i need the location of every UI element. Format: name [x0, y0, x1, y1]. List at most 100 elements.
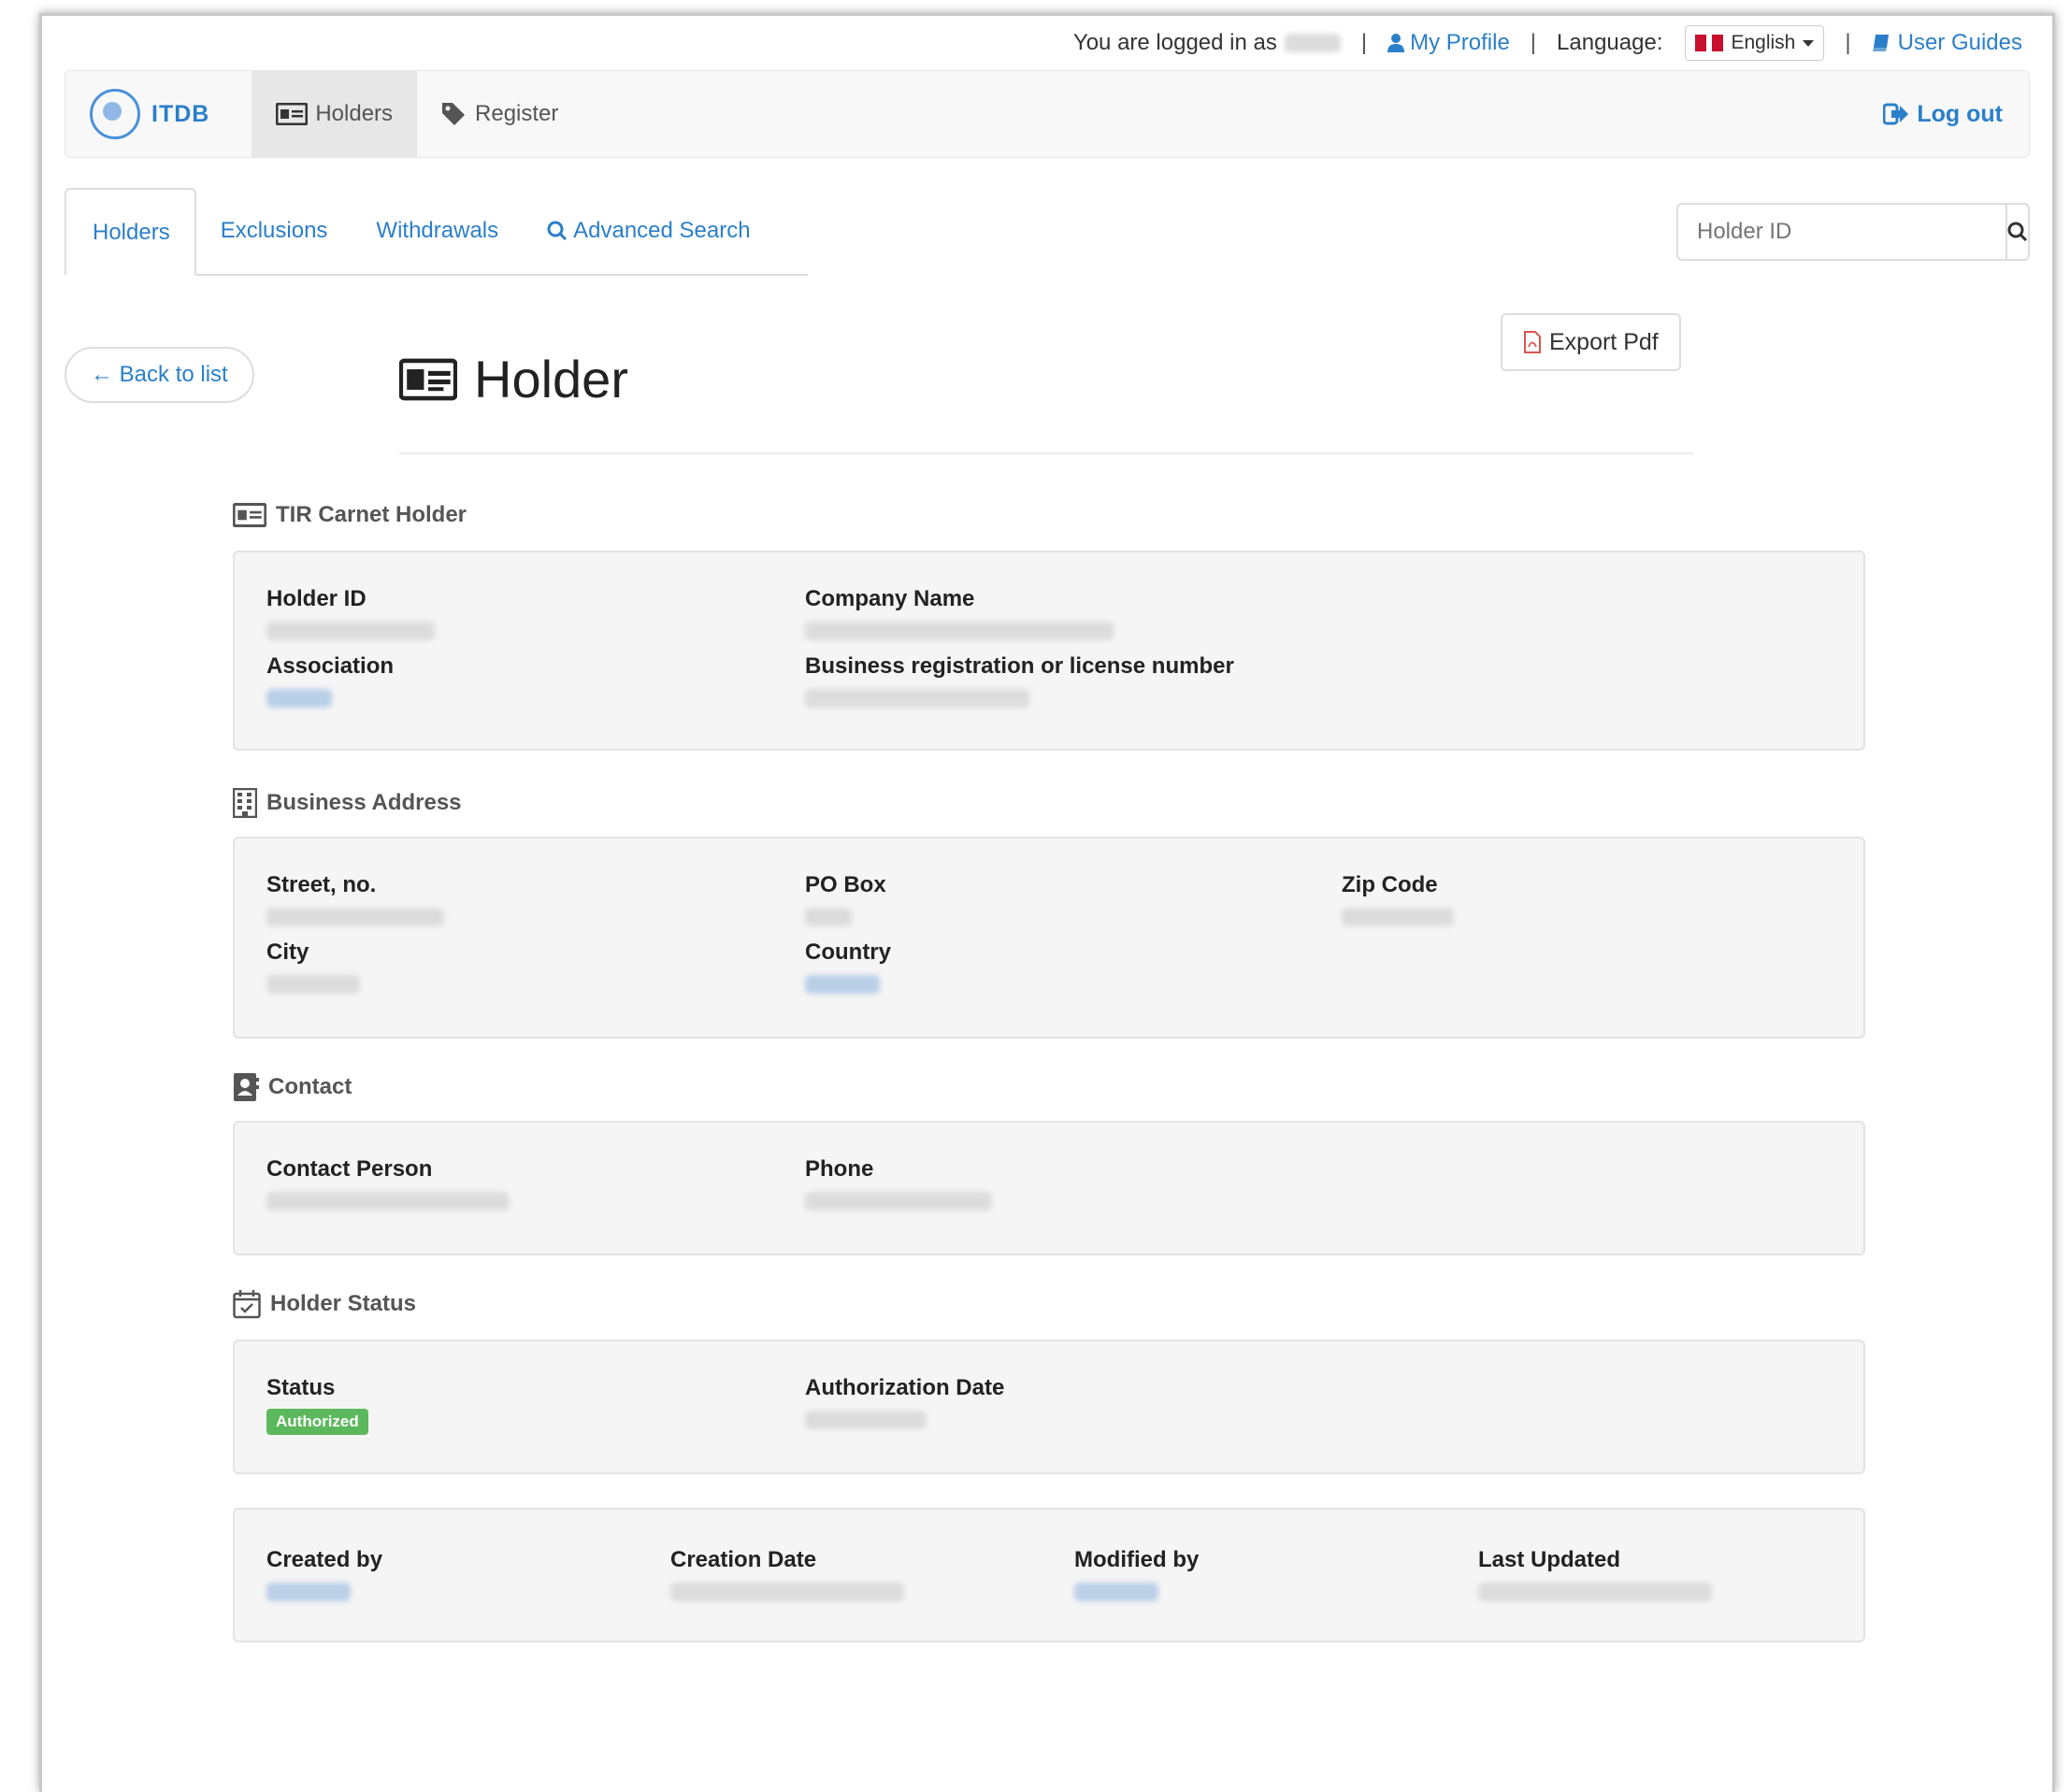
user-icon	[1387, 34, 1405, 52]
company-name-field: Company Name	[805, 586, 1114, 644]
redacted-value	[805, 1411, 927, 1429]
browser-frame: You are logged in as | My Profile | Lang…	[39, 13, 2055, 1792]
building-icon	[233, 788, 257, 818]
page-title-text: Holder	[474, 350, 628, 409]
address-book-icon	[234, 1073, 259, 1101]
address-well: Street, no. PO Box Zip Code City Country	[233, 837, 1865, 1039]
tab-advanced-search[interactable]: Advanced Search	[523, 218, 774, 274]
created-by-value[interactable]	[266, 1583, 382, 1605]
last-updated-label: Last Updated	[1478, 1547, 1621, 1572]
holder-search	[1676, 203, 2030, 261]
association-value[interactable]	[266, 689, 394, 711]
address-section-title: Business Address	[266, 790, 462, 815]
redacted-link[interactable]	[805, 975, 880, 994]
logout-button[interactable]: Log out	[1883, 101, 2029, 128]
phone-label: Phone	[805, 1156, 874, 1182]
language-dropdown[interactable]: English	[1685, 25, 1825, 61]
status-label: Status	[266, 1375, 336, 1400]
business-reg-value	[805, 689, 1234, 711]
zip-code-value	[1342, 908, 1454, 930]
logged-in-text: You are logged in as	[1072, 30, 1277, 55]
pdf-file-icon	[1524, 331, 1541, 353]
redacted-value	[266, 975, 360, 994]
separator: |	[1530, 30, 1537, 55]
city-value	[266, 975, 360, 997]
phone-field: Phone	[805, 1156, 992, 1214]
authorization-date-label: Authorization Date	[805, 1375, 1005, 1400]
creation-date-value	[670, 1583, 904, 1605]
zip-code-label: Zip Code	[1342, 872, 1438, 897]
search-icon	[2007, 222, 2028, 242]
po-box-label: PO Box	[805, 872, 886, 897]
separator: |	[1845, 30, 1851, 55]
caret-down-icon	[1803, 39, 1815, 47]
phone-value	[805, 1192, 992, 1214]
country-field: Country	[805, 939, 891, 997]
tab-holders[interactable]: Holders	[65, 188, 196, 276]
zip-code-field: Zip Code	[1342, 872, 1454, 930]
back-to-list-button[interactable]: ← Back to list	[65, 347, 254, 403]
holder-id-input[interactable]	[1678, 205, 2005, 259]
redacted-value	[805, 908, 852, 926]
redacted-link[interactable]	[1074, 1583, 1158, 1601]
association-label: Association	[266, 653, 395, 679]
tag-icon	[442, 103, 466, 125]
un-logo-icon	[90, 89, 140, 139]
creation-date-label: Creation Date	[670, 1547, 817, 1572]
street-label: Street, no.	[266, 872, 377, 897]
created-by-label: Created by	[266, 1547, 383, 1572]
holder-section-heading: TIR Carnet Holder	[233, 502, 467, 528]
advanced-search-label: Advanced Search	[573, 218, 751, 243]
modified-by-value[interactable]	[1074, 1583, 1199, 1605]
holder-id-value	[266, 622, 435, 644]
id-card-icon	[233, 503, 266, 527]
search-icon	[547, 221, 568, 241]
main-navbar: ITDB Holders Register Log out	[65, 70, 2030, 158]
nav-register[interactable]: Register	[417, 71, 582, 157]
redacted-link[interactable]	[266, 1583, 351, 1601]
divider	[399, 452, 1694, 454]
sign-out-icon	[1883, 103, 1909, 125]
my-profile-label: My Profile	[1410, 30, 1510, 55]
tab-withdrawals[interactable]: Withdrawals	[352, 218, 523, 274]
export-pdf-label: Export Pdf	[1549, 328, 1659, 355]
last-updated-field: Last Updated	[1478, 1547, 1712, 1605]
status-field: Status Authorized	[266, 1375, 368, 1435]
book-icon	[1872, 35, 1889, 51]
uk-flag-icon	[1695, 35, 1724, 51]
country-value[interactable]	[805, 975, 891, 997]
status-section-title: Holder Status	[270, 1291, 417, 1316]
modified-by-label: Modified by	[1074, 1547, 1200, 1572]
section-tabs: Holders Exclusions Withdrawals Advanced …	[65, 188, 808, 276]
last-updated-value	[1478, 1583, 1712, 1605]
status-badge: Authorized	[266, 1409, 368, 1435]
country-label: Country	[805, 939, 891, 965]
redacted-value	[805, 1192, 992, 1211]
user-guides-label: User Guides	[1897, 30, 2022, 55]
user-guides-link[interactable]: User Guides	[1872, 30, 2022, 56]
nav-holders-label: Holders	[315, 101, 394, 126]
brand[interactable]: ITDB	[65, 71, 252, 157]
tab-exclusions[interactable]: Exclusions	[196, 218, 352, 274]
city-field: City	[266, 939, 360, 997]
address-section-heading: Business Address	[233, 788, 462, 818]
my-profile-link[interactable]: My Profile	[1387, 30, 1510, 56]
redacted-value	[805, 689, 1029, 708]
authorization-date-value	[805, 1411, 1004, 1433]
audit-well: Created by Creation Date Modified by Las…	[233, 1508, 1865, 1642]
redacted-value	[1478, 1583, 1712, 1601]
username-redacted	[1284, 34, 1341, 52]
holder-well: Holder ID Company Name Association Busin…	[233, 551, 1865, 751]
modified-by-field: Modified by	[1074, 1547, 1199, 1605]
page-title: Holder	[399, 349, 628, 409]
contact-section-title: Contact	[268, 1074, 352, 1099]
nav-register-label: Register	[475, 101, 559, 126]
export-pdf-button[interactable]: Export Pdf	[1501, 313, 1681, 371]
redacted-value	[670, 1583, 904, 1601]
business-reg-field: Business registration or license number	[805, 653, 1234, 711]
po-box-field: PO Box	[805, 872, 886, 930]
redacted-link[interactable]	[266, 689, 332, 708]
brand-label: ITDB	[151, 100, 210, 127]
nav-holders[interactable]: Holders	[252, 71, 418, 157]
search-button[interactable]	[2005, 205, 2028, 259]
